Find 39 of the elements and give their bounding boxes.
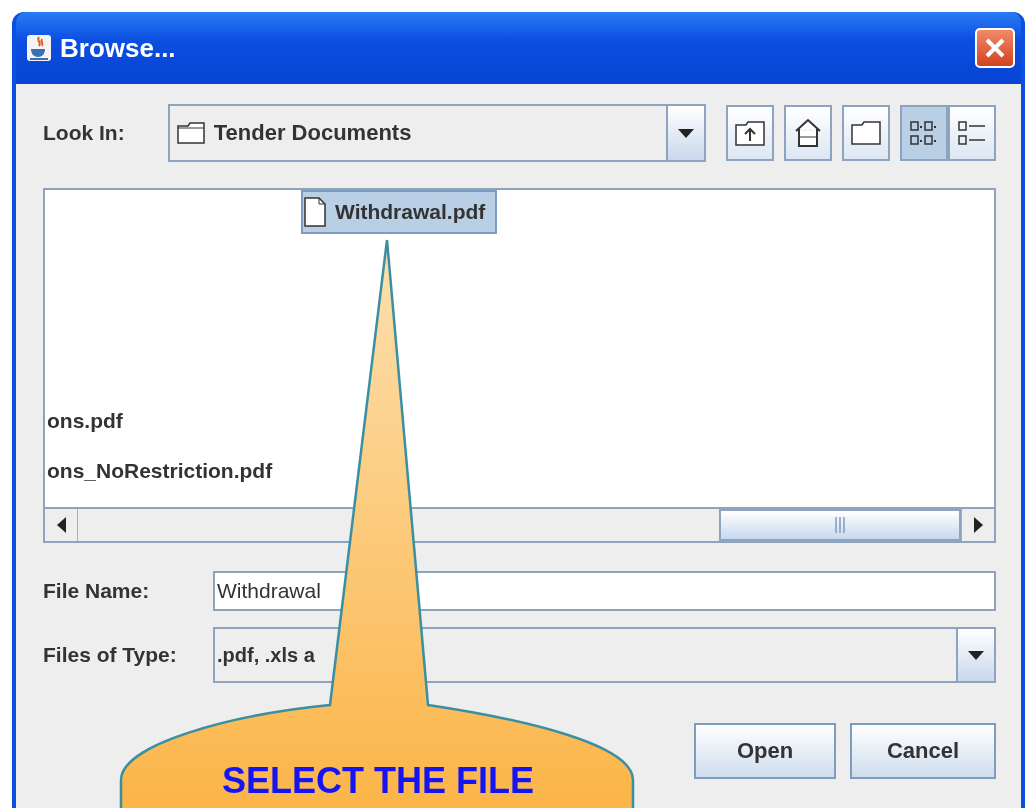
folder-icon	[850, 120, 882, 146]
toolbar-button[interactable]	[726, 105, 774, 161]
file-name: Withdrawal.pdf	[335, 200, 486, 224]
callout-text: SELECT THE FILE	[222, 760, 534, 802]
view-toggle-button[interactable]	[948, 105, 996, 161]
arrow-right-icon	[973, 517, 983, 533]
file-type-value: .pdf, .xls a	[217, 643, 315, 667]
coffee-cup-icon	[26, 34, 52, 62]
open-button[interactable]: Open	[694, 723, 836, 779]
file-name-label: File Name:	[43, 579, 151, 603]
arrow-left-icon	[56, 517, 66, 533]
look-in-dropdown[interactable]: Tender Documents	[167, 104, 706, 162]
grip-icon	[834, 516, 846, 534]
scrollbar-thumb[interactable]	[719, 509, 961, 541]
file-item[interactable]: Withdrawal.pdf	[301, 190, 498, 234]
view-toggle-button[interactable]	[900, 105, 948, 161]
close-button[interactable]	[975, 28, 1015, 68]
folder-icon	[175, 121, 206, 145]
toolbar-button[interactable]	[784, 105, 832, 161]
window-title: Browse...	[60, 32, 177, 64]
toolbar-button[interactable]	[842, 105, 890, 161]
folder-name: Tender Documents	[213, 120, 412, 146]
file-name: ons_NoRestriction.pdf	[47, 459, 273, 483]
look-in-label: Look In:	[43, 121, 126, 145]
file-name: ons.pdf	[47, 409, 123, 433]
up-folder-icon	[734, 119, 766, 147]
file-item[interactable]: ons_NoRestriction.pdf	[45, 449, 301, 493]
caret-down-icon	[968, 650, 984, 660]
list-view-icon	[909, 118, 939, 148]
document-icon	[303, 197, 327, 227]
file-name-field[interactable]: Withdrawal	[213, 571, 996, 611]
dropdown-button[interactable]	[956, 629, 994, 681]
cancel-button[interactable]: Cancel	[850, 723, 996, 779]
close-icon	[984, 37, 1006, 59]
dropdown-button[interactable]	[666, 106, 704, 160]
file-type-label: Files of Type:	[43, 643, 178, 667]
file-item[interactable]: ons.pdf	[45, 399, 301, 443]
caret-down-icon	[678, 128, 694, 138]
details-view-icon	[957, 118, 987, 148]
